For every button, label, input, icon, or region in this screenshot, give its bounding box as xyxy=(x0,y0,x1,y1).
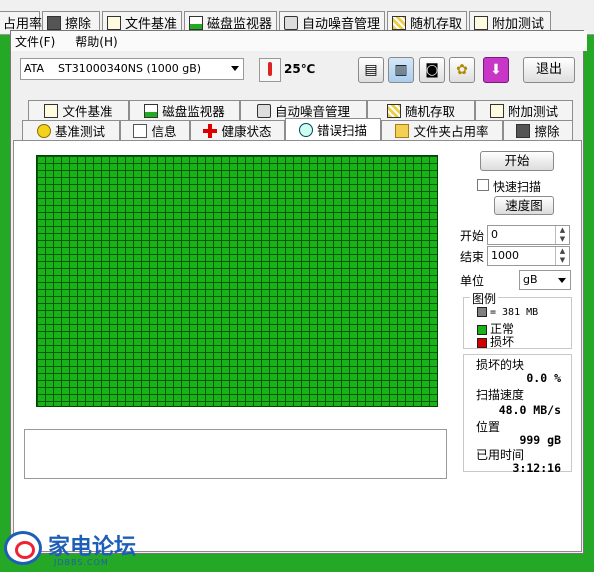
main-window: 文件(F) 帮助(H) ATA ST31000340NS (1000 gB) 2… xyxy=(10,30,587,554)
error-scan-panel: 开始 快速扫描 速度图 开始 0 ▲ ▼ 结束 1000 ▲ ▼ 单位 gB 图… xyxy=(13,140,582,552)
info-icon xyxy=(133,123,148,138)
tab-disk-monitor[interactable]: 磁盘监视器 xyxy=(129,100,240,120)
drive-select-value: ATA ST31000340NS (1000 gB) xyxy=(24,62,202,75)
tab-benchmark[interactable]: 基准测试 xyxy=(22,120,120,140)
tab-label: 磁盘监视器 xyxy=(162,104,225,119)
copy-button[interactable]: ▤ xyxy=(358,57,384,83)
options-button[interactable]: ✿ xyxy=(449,57,475,83)
tab-health[interactable]: 健康状态 xyxy=(190,120,285,140)
legend-damaged: 损坏 xyxy=(477,333,514,350)
menu-bar: 文件(F) 帮助(H) xyxy=(11,31,587,51)
file-benchmark-icon xyxy=(107,15,121,30)
red-square-icon xyxy=(477,337,487,348)
tab-label: 文件基准 xyxy=(62,104,113,119)
watermark-text: 家电论坛 xyxy=(48,535,137,560)
tab-error-scan[interactable]: 错误扫描 xyxy=(285,118,381,140)
start-button[interactable]: 开始 xyxy=(480,151,554,171)
unit-select[interactable]: gB xyxy=(519,270,571,290)
spin-down-icon[interactable]: ▼ xyxy=(555,235,569,244)
start-field[interactable]: 0 ▲ ▼ xyxy=(487,225,570,245)
menu-file[interactable]: 文件(F) xyxy=(15,33,55,50)
elapsed-value: 3:12:16 xyxy=(512,461,561,475)
tab-label: 健康状态 xyxy=(221,124,272,139)
random-access-icon xyxy=(386,103,401,118)
save-down-button[interactable]: ⬇ xyxy=(483,57,509,83)
tab-label: 文件夹占用率 xyxy=(413,124,489,139)
folder-icon xyxy=(395,123,410,138)
exit-button[interactable]: 退出 xyxy=(523,57,575,83)
end-field-value: 1000 xyxy=(491,249,519,262)
legend-block-size-text: = 381 MB xyxy=(490,307,539,318)
health-cross-icon xyxy=(203,123,218,138)
tab-extra-tests[interactable]: 附加测试 xyxy=(475,100,573,120)
unit-label: 单位 xyxy=(460,274,485,288)
chevron-down-icon xyxy=(231,66,239,71)
options-icon: ✿ xyxy=(456,62,468,78)
thermometer-icon xyxy=(259,58,281,82)
menu-help[interactable]: 帮助(H) xyxy=(75,33,117,50)
watermark-subtext: JDBBS.COM xyxy=(54,558,109,567)
tab-erase[interactable]: 擦除 xyxy=(503,120,573,140)
tab-file-benchmark[interactable]: 文件基准 xyxy=(28,100,129,120)
site-watermark: 家电论坛 JDBBS.COM xyxy=(4,528,164,568)
legend-damaged-text: 损坏 xyxy=(490,335,515,349)
unit-select-value: gB xyxy=(523,273,538,286)
file-benchmark-icon xyxy=(44,103,59,118)
tab-label: 附加测试 xyxy=(507,104,558,119)
temperature-readout: 25℃ xyxy=(284,62,316,76)
drive-select[interactable]: ATA ST31000340NS (1000 gB) xyxy=(20,58,244,80)
tab-label: 基准测试 xyxy=(54,124,105,139)
tab-label: 错误扫描 xyxy=(316,123,367,138)
magnifier-icon xyxy=(298,122,313,137)
chart-icon xyxy=(144,103,159,118)
tab-label: 信息 xyxy=(151,124,177,139)
quick-scan-label: 快速扫描 xyxy=(493,180,542,194)
tab-aam[interactable]: 自动噪音管理 xyxy=(240,100,367,120)
down-arrow-icon: ⬇ xyxy=(490,62,502,78)
scan-speed-value: 48.0 MB/s xyxy=(498,403,561,417)
tab-folder-usage[interactable]: 文件夹占用率 xyxy=(381,120,503,140)
start-field-value: 0 xyxy=(491,228,498,241)
trash-icon xyxy=(516,123,531,138)
speed-map-button[interactable]: 速度图 xyxy=(494,196,554,215)
legend-group: 图例 = 381 MB 正常 损坏 xyxy=(463,290,572,350)
bad-blocks-label: 损坏的块 xyxy=(476,358,525,372)
scan-log-box[interactable] xyxy=(24,429,447,479)
scan-speed-label: 扫描速度 xyxy=(476,388,525,402)
spin-up-icon[interactable]: ▲ xyxy=(555,226,569,235)
chart-icon xyxy=(189,15,203,30)
copy-text-icon: ▥ xyxy=(394,62,408,78)
speaker-icon xyxy=(256,103,271,118)
start-field-label: 开始 xyxy=(460,229,485,243)
bulb-icon xyxy=(36,123,51,138)
camera-icon: ◙ xyxy=(425,62,439,78)
watermark-logo-icon xyxy=(4,531,42,565)
legend-title: 图例 xyxy=(470,290,499,307)
tab-label: 随机存取 xyxy=(404,104,455,119)
speaker-icon xyxy=(284,15,298,30)
spin-down-icon[interactable]: ▼ xyxy=(555,256,569,265)
random-access-icon xyxy=(392,15,406,30)
copy-icon: ▤ xyxy=(364,62,378,78)
tab-random-access[interactable]: 随机存取 xyxy=(367,100,475,120)
stats-group: 损坏的块 0.0 % 扫描速度 48.0 MB/s 位置 999 gB 已用时间… xyxy=(463,354,572,475)
tab-info[interactable]: 信息 xyxy=(120,120,190,140)
gray-square-icon xyxy=(477,307,487,317)
quick-scan-checkbox[interactable] xyxy=(477,179,489,191)
spin-up-icon[interactable]: ▲ xyxy=(555,247,569,256)
extra-tests-icon xyxy=(489,103,504,118)
bad-blocks-value: 0.0 % xyxy=(526,371,561,385)
extra-tests-icon xyxy=(474,15,488,30)
trash-icon xyxy=(47,15,61,30)
screenshot-button[interactable]: ◙ xyxy=(419,57,445,83)
copy-text-button[interactable]: ▥ xyxy=(388,57,414,83)
tab-label: 擦除 xyxy=(534,124,560,139)
scan-block-grid xyxy=(36,155,438,407)
chevron-down-icon xyxy=(558,278,566,283)
position-label: 位置 xyxy=(476,420,501,434)
end-field[interactable]: 1000 ▲ ▼ xyxy=(487,246,570,266)
legend-block-size: = 381 MB xyxy=(477,307,538,318)
end-field-label: 结束 xyxy=(460,250,485,264)
position-value: 999 gB xyxy=(519,433,561,447)
